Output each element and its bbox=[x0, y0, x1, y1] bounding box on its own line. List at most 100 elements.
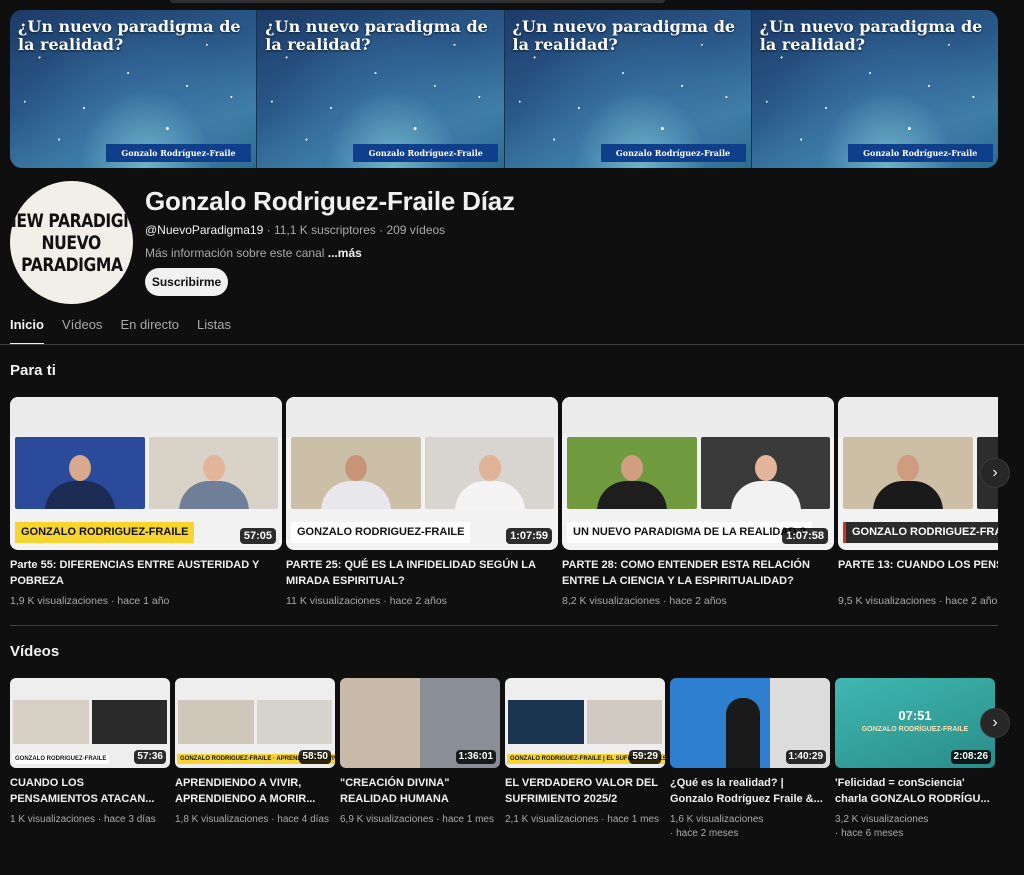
banner-title: ¿Un nuevo paradigma de la realidad? bbox=[265, 17, 488, 54]
thumb-pane bbox=[701, 437, 830, 509]
video-stats: 1,8 K visualizaciones · hace 4 días bbox=[175, 814, 329, 825]
shelf-next-button[interactable]: › bbox=[980, 458, 1010, 488]
thumb-time-overlay: 07:51 bbox=[898, 708, 932, 723]
video-thumbnail[interactable]: 1:40:29 bbox=[670, 678, 830, 768]
video-card[interactable]: GONZALO RODRIGUEZ-FRAILE 57:36 CUANDO LO… bbox=[10, 678, 170, 827]
video-card[interactable]: GONZALO RODRIGUEZ-FRAILE | EL SUFRIMIENT… bbox=[505, 678, 665, 827]
section-title-para-ti: Para ti bbox=[10, 362, 56, 379]
banner-name: Gonzalo Rodríguez-Fraile bbox=[353, 144, 499, 162]
tab-videos[interactable]: Vídeos bbox=[62, 315, 102, 345]
video-title[interactable]: PARTE 13: CUANDO LOS PENSAMIENTOS bbox=[838, 557, 998, 589]
channel-banner: ¿Un nuevo paradigma de la realidad? Gonz… bbox=[10, 10, 998, 168]
video-stats: 1,6 K visualizaciones · hace 2 meses bbox=[670, 814, 764, 839]
thumb-pane bbox=[425, 437, 554, 509]
video-card[interactable]: GONZALO RODRIGUEZ-FRAILE 1:07:59 PARTE 2… bbox=[286, 397, 558, 607]
videos-shelf: GONZALO RODRIGUEZ-FRAILE 57:36 CUANDO LO… bbox=[10, 678, 998, 848]
tab-inicio[interactable]: Inicio bbox=[10, 315, 44, 345]
video-stats: 1,9 K visualizaciones · hace 1 año bbox=[10, 595, 170, 607]
video-thumbnail[interactable]: GONZALO RODRIGUEZ-FRAILE 1:07:59 bbox=[286, 397, 558, 550]
view-count: 11 K visualizaciones bbox=[286, 595, 381, 607]
video-card[interactable]: UN NUEVO PARADIGMA DE LA REALIDAD ? 1:07… bbox=[562, 397, 834, 607]
video-card[interactable]: 1:40:29 ¿Qué es la realidad? | Gonzalo R… bbox=[670, 678, 830, 841]
tab-listas[interactable]: Listas bbox=[197, 315, 231, 345]
upload-age: hace 1 mes bbox=[442, 814, 494, 825]
banner-title: ¿Un nuevo paradigma de la realidad? bbox=[759, 17, 983, 54]
upload-age: hace 3 días bbox=[103, 814, 156, 825]
thumb-pane bbox=[567, 437, 697, 509]
video-stats: 3,2 K visualizaciones · hace 6 meses bbox=[835, 814, 929, 839]
about-more-link[interactable]: ...más bbox=[328, 246, 362, 260]
video-thumbnail[interactable]: GONZALO RODRIGUEZ-FRAILE · APRENDIENDO A… bbox=[175, 678, 335, 768]
banner-tile: ¿Un nuevo paradigma de la realidad? Gonz… bbox=[10, 10, 258, 168]
video-card[interactable]: GONZALO RODRIGUEZ-FRAILE · APRENDIENDO A… bbox=[175, 678, 335, 827]
banner-name: Gonzalo Rodríguez-Fraile bbox=[600, 144, 746, 162]
video-duration: 2:08:26 bbox=[950, 750, 991, 764]
video-thumbnail[interactable]: GONZALO RODRIGUEZ-FRAILE bbox=[838, 397, 998, 550]
upload-age: hace 1 mes bbox=[607, 814, 659, 825]
view-count: 1,9 K visualizaciones bbox=[10, 595, 109, 607]
view-count: 3,2 K visualizaciones bbox=[835, 814, 929, 825]
view-count: 1,6 K visualizaciones bbox=[670, 814, 764, 825]
video-card[interactable]: GONZALO RODRIGUEZ-FRAILE 57:05 Parte 55:… bbox=[10, 397, 282, 607]
video-duration: 1:07:58 bbox=[782, 528, 828, 544]
banner-tile: ¿Un nuevo paradigma de la realidad? Gonz… bbox=[751, 10, 998, 168]
video-card[interactable]: 1:36:01 "CREACIÓN DIVINA" REALIDAD HUMAN… bbox=[340, 678, 500, 827]
video-stats: 6,9 K visualizaciones · hace 1 mes bbox=[340, 814, 494, 825]
upload-age: hace 6 meses bbox=[841, 828, 904, 839]
banner-tile: ¿Un nuevo paradigma de la realidad? Gonz… bbox=[504, 10, 752, 168]
video-title[interactable]: CUANDO LOS PENSAMIENTOS ATACAN... bbox=[10, 775, 165, 807]
upload-age: hace 2 años bbox=[389, 595, 447, 607]
video-duration: 58:50 bbox=[299, 750, 331, 764]
banner-title: ¿Un nuevo paradigma de la realidad? bbox=[512, 17, 736, 54]
video-thumbnail[interactable]: UN NUEVO PARADIGMA DE LA REALIDAD ? 1:07… bbox=[562, 397, 834, 550]
video-title[interactable]: PARTE 25: QUÉ ES LA INFIDELIDAD SEGÚN LA… bbox=[286, 557, 548, 589]
thumb-pane bbox=[843, 437, 973, 509]
thumb-lower-label: GONZALO RODRIGUEZ-FRAILE bbox=[12, 754, 110, 764]
video-duration: 1:40:29 bbox=[785, 750, 826, 764]
channel-avatar[interactable]: NEW PARADIGM NUEVO PARADIGMA bbox=[10, 181, 133, 304]
video-title[interactable]: PARTE 28: COMO ENTENDER ESTA RELACIÓN EN… bbox=[562, 557, 824, 589]
video-title[interactable]: 'Felicidad = conSciencia' charla GONZALO… bbox=[835, 775, 990, 807]
section-title-videos: Vídeos bbox=[10, 643, 60, 660]
shelf-next-button[interactable]: › bbox=[980, 708, 1010, 738]
video-thumbnail[interactable]: GONZALO RODRIGUEZ-FRAILE | EL SUFRIMIENT… bbox=[505, 678, 665, 768]
video-stats: 8,2 K visualizaciones · hace 2 años bbox=[562, 595, 727, 607]
thumb-pane bbox=[291, 437, 421, 509]
channel-meta: @NuevoParadigma19 · 11,1 K suscriptores … bbox=[145, 223, 445, 237]
thumb-lower-label: GONZALO RODRÍGUEZ-FRAILE bbox=[861, 726, 969, 733]
section-divider bbox=[10, 625, 998, 626]
channel-about-link[interactable]: Más información sobre este canal ...más bbox=[145, 246, 362, 260]
thumb-lower-label: GONZALO RODRIGUEZ-FRAILE bbox=[843, 522, 998, 543]
view-count: 2,1 K visualizaciones bbox=[505, 814, 599, 825]
banner-title: ¿Un nuevo paradigma de la realidad? bbox=[18, 17, 241, 54]
video-title[interactable]: APRENDIENDO A VIVIR, APRENDIENDO A MORIR… bbox=[175, 775, 330, 807]
meta-separator: · bbox=[266, 223, 274, 237]
video-title[interactable]: Parte 55: DIFERENCIAS ENTRE AUSTERIDAD Y… bbox=[10, 557, 272, 589]
video-stats: 2,1 K visualizaciones · hace 1 mes bbox=[505, 814, 659, 825]
video-title[interactable]: ¿Qué es la realidad? | Gonzalo Rodríguez… bbox=[670, 775, 825, 807]
subscribe-button[interactable]: Suscribirme bbox=[145, 268, 228, 296]
video-thumbnail[interactable]: GONZALO RODRIGUEZ-FRAILE 57:36 bbox=[10, 678, 170, 768]
search-bar-edge bbox=[170, 0, 665, 3]
thumb-lower-label: UN NUEVO PARADIGMA DE LA REALIDAD ? bbox=[567, 522, 813, 543]
video-thumbnail[interactable]: 07:51 GONZALO RODRÍGUEZ-FRAILE 2:08:26 bbox=[835, 678, 995, 768]
channel-handle: @NuevoParadigma19 bbox=[145, 223, 264, 237]
video-stats: 1 K visualizaciones · hace 3 días bbox=[10, 814, 156, 825]
view-count: 1,8 K visualizaciones bbox=[175, 814, 269, 825]
video-duration: 57:36 bbox=[134, 750, 166, 764]
video-title[interactable]: "CREACIÓN DIVINA" REALIDAD HUMANA Gerard… bbox=[340, 775, 495, 807]
banner-tile: ¿Un nuevo paradigma de la realidad? Gonz… bbox=[257, 10, 505, 168]
video-duration: 1:36:01 bbox=[455, 750, 496, 764]
video-card[interactable]: GONZALO RODRIGUEZ-FRAILE PARTE 13: CUAND… bbox=[838, 397, 998, 607]
upload-age: hace 2 años bbox=[669, 595, 727, 607]
thumb-pane bbox=[149, 437, 278, 509]
banner-name: Gonzalo Rodríguez-Fraile bbox=[106, 144, 251, 162]
video-title[interactable]: EL VERDADERO VALOR DEL SUFRIMIENTO 2025/… bbox=[505, 775, 660, 807]
tab-en-directo[interactable]: En directo bbox=[120, 315, 179, 345]
channel-name: Gonzalo Rodriguez-Fraile Díaz bbox=[145, 186, 515, 216]
video-thumbnail[interactable]: GONZALO RODRIGUEZ-FRAILE 57:05 bbox=[10, 397, 282, 550]
video-duration: 1:07:59 bbox=[506, 528, 552, 544]
video-card[interactable]: 07:51 GONZALO RODRÍGUEZ-FRAILE 2:08:26 '… bbox=[835, 678, 995, 841]
banner-name: Gonzalo Rodríguez-Fraile bbox=[847, 144, 993, 162]
video-thumbnail[interactable]: 1:36:01 bbox=[340, 678, 500, 768]
